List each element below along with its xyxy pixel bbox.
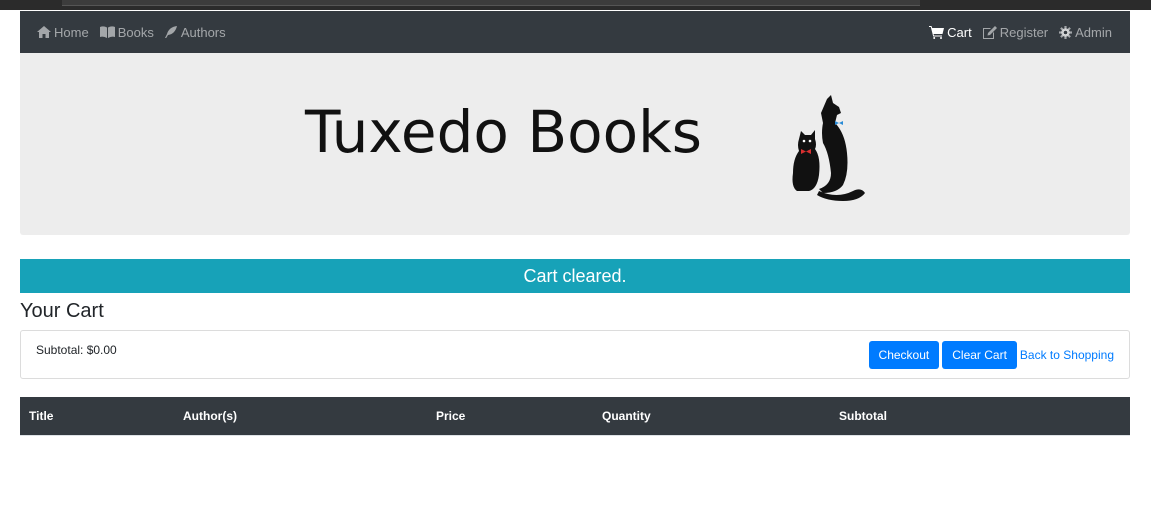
nav-cart-link[interactable]: Cart	[929, 25, 972, 40]
address-bar[interactable]	[62, 0, 920, 6]
navbar: Home Books Authors Cart Register Admin	[20, 11, 1130, 53]
nav-admin-label: Admin	[1075, 24, 1112, 40]
nav-home-label: Home	[54, 24, 89, 40]
nav-authors-link[interactable]: Authors	[164, 24, 226, 40]
column-header-quantity: Quantity	[602, 409, 651, 423]
nav-books-label: Books	[117, 24, 154, 40]
column-header-title: Title	[29, 409, 54, 423]
back-to-shopping-link[interactable]: Back to Shopping	[1020, 348, 1114, 362]
table-bottom-border	[20, 435, 1130, 436]
column-header-price: Price	[436, 409, 466, 423]
cart-summary-card: Subtotal: $0.00 Checkout Clear Cart Back…	[20, 330, 1130, 379]
book-icon	[99, 26, 115, 38]
browser-top-strip	[0, 0, 1151, 10]
clear-cart-button[interactable]: Clear Cart	[942, 341, 1017, 369]
nav-cart-label: Cart	[947, 24, 972, 40]
column-header-authors: Author(s)	[183, 409, 237, 423]
alert-message: Cart cleared.	[523, 265, 627, 286]
nav-books-link[interactable]: Books	[99, 24, 154, 40]
nav-admin-link[interactable]: Admin	[1059, 25, 1112, 40]
column-header-subtotal: Subtotal	[839, 409, 887, 423]
logo-text: Tuxedo Books	[305, 98, 702, 166]
cart-table-header: Title Author(s) Price Quantity Subtotal	[20, 397, 1130, 435]
checkout-button[interactable]: Checkout	[868, 341, 940, 369]
nav-authors-label: Authors	[180, 24, 226, 40]
nav-left: Home Books Authors	[37, 11, 237, 53]
tuxedo-cats-logo-icon	[792, 95, 865, 201]
gear-icon	[1059, 25, 1073, 39]
nav-right: Cart Register Admin	[918, 11, 1112, 53]
edit-icon	[982, 25, 997, 39]
cart-actions: Checkout Clear Cart Back to Shopping	[868, 341, 1114, 369]
site-banner: Tuxedo Books	[20, 53, 1130, 235]
cart-icon	[929, 25, 945, 39]
cart-cleared-alert: Cart cleared.	[20, 259, 1130, 293]
cart-subtotal: Subtotal: $0.00	[36, 343, 117, 357]
nav-register-label: Register	[999, 24, 1049, 40]
cart-heading: Your Cart	[20, 300, 104, 322]
nav-register-link[interactable]: Register	[982, 24, 1049, 40]
home-icon	[37, 26, 51, 38]
feather-icon	[164, 26, 177, 38]
nav-home-link[interactable]: Home	[37, 25, 89, 40]
